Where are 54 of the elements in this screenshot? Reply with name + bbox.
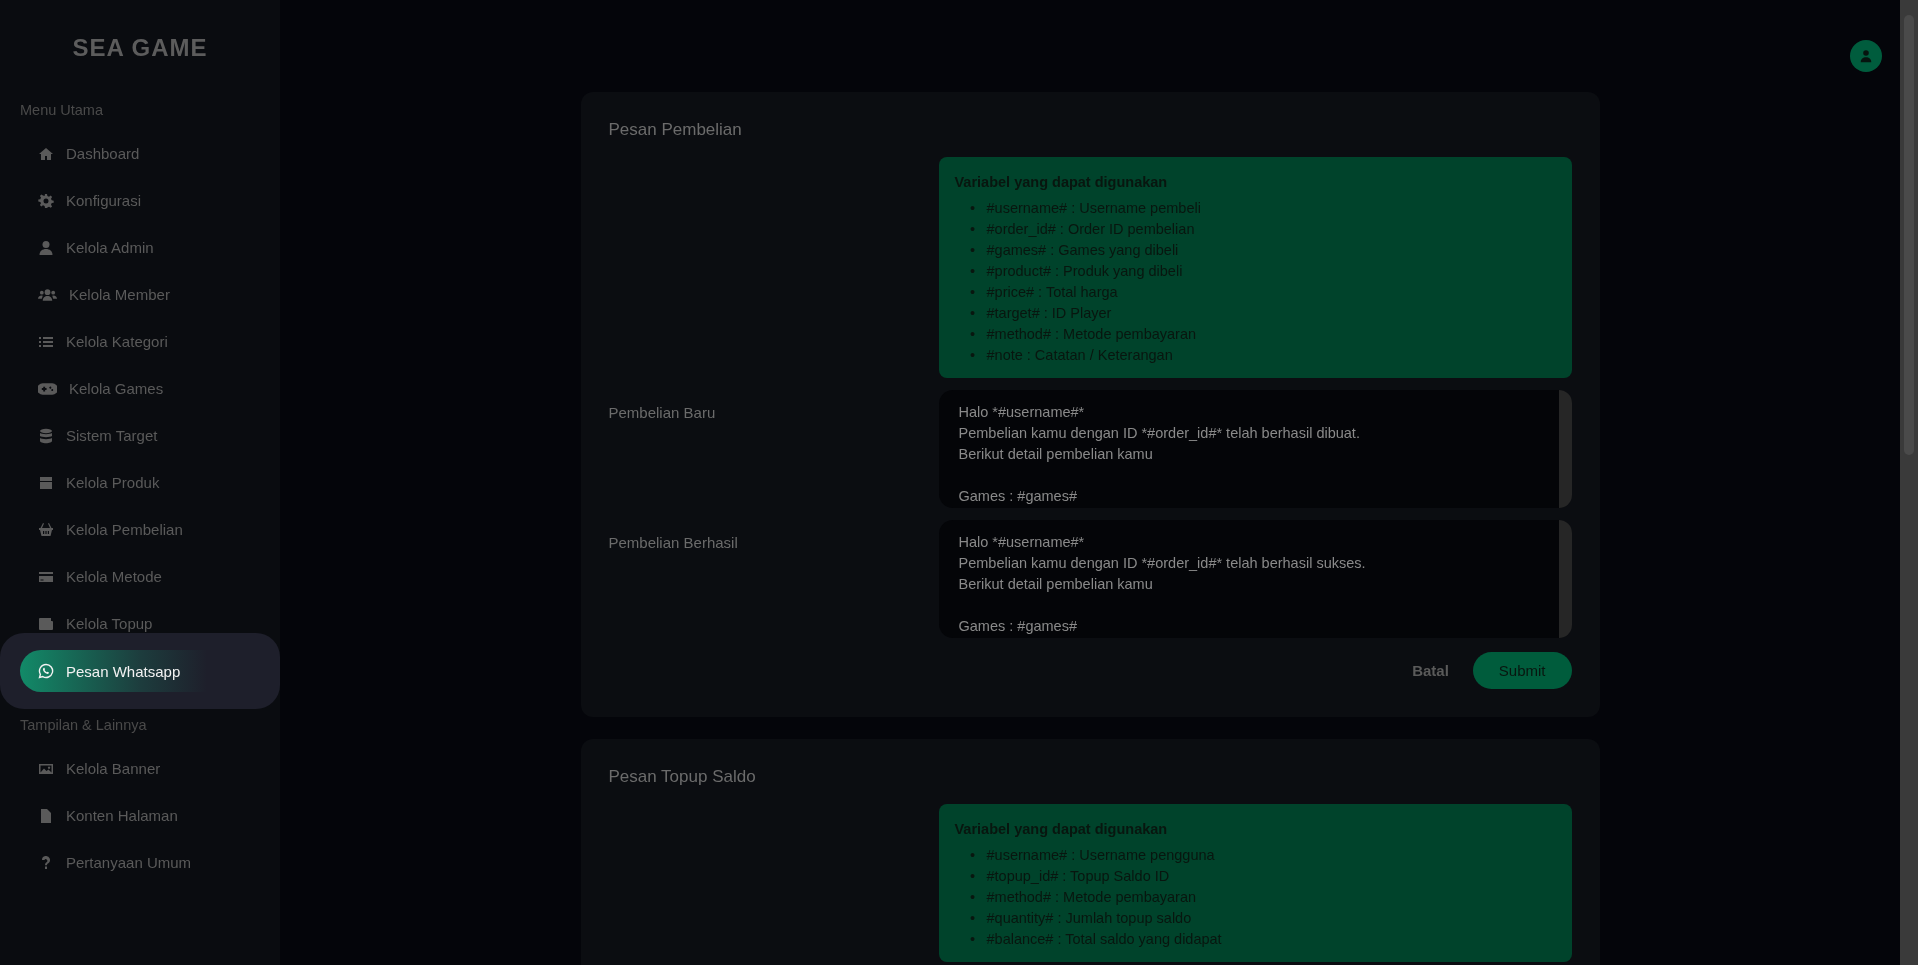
cancel-button[interactable]: Batal bbox=[1412, 654, 1449, 687]
basket-icon bbox=[38, 521, 54, 538]
bullet: • bbox=[968, 325, 977, 344]
sidebar-item[interactable]: Dashboard bbox=[20, 132, 240, 175]
sidebar-item[interactable]: Kelola Admin bbox=[20, 226, 240, 269]
sidebar-item[interactable]: Sistem Target bbox=[20, 414, 240, 457]
sidebar-item[interactable]: Kelola Games bbox=[20, 367, 240, 410]
box-icon bbox=[38, 474, 54, 491]
sidebar-item[interactable]: Kelola Kategori bbox=[20, 320, 240, 363]
gear-icon bbox=[38, 192, 54, 209]
field-label: Pembelian Baru bbox=[608, 403, 717, 423]
card-title: Pesan Pembelian bbox=[608, 120, 743, 140]
file-icon bbox=[38, 807, 54, 824]
chat-phone-icon bbox=[38, 663, 54, 679]
sidebar-item[interactable]: Kelola Member bbox=[20, 273, 240, 316]
wallet-icon bbox=[38, 615, 54, 632]
field-label: Pembelian Berhasil bbox=[608, 533, 739, 553]
sidebar-item[interactable]: Kelola Pembelian bbox=[20, 508, 240, 551]
bullet: • bbox=[968, 220, 977, 239]
bullet: • bbox=[968, 346, 977, 365]
user-avatar-button[interactable] bbox=[1850, 40, 1882, 72]
user-icon bbox=[1859, 49, 1873, 63]
sidebar-item[interactable]: Pertanyaan Umum bbox=[20, 841, 240, 884]
sidebar-item[interactable]: Kelola Banner bbox=[20, 747, 240, 790]
bullet: • bbox=[968, 199, 977, 218]
scrollbar[interactable] bbox=[1900, 0, 1918, 965]
sidebar-item[interactable]: Konfigurasi bbox=[20, 179, 240, 222]
bullet: • bbox=[968, 846, 977, 865]
user-icon bbox=[38, 239, 54, 256]
bullet: • bbox=[968, 867, 977, 886]
scrollbar[interactable] bbox=[1558, 520, 1572, 638]
sidebar-item[interactable]: Kelola Produk bbox=[20, 461, 240, 504]
gamepad-icon bbox=[38, 380, 57, 397]
sidebar-item[interactable]: Kelola Metode bbox=[20, 555, 240, 598]
bullet: • bbox=[968, 262, 977, 281]
bullet: • bbox=[968, 930, 977, 949]
bullet: • bbox=[968, 283, 977, 302]
message-field[interactable]: Halo *#username#* Pembelian kamu dengan ID *#order_id#* telah berhasil dibuat. Berikut detail pembelian kamu Games : #games# bbox=[938, 390, 1572, 508]
bullet: • bbox=[968, 304, 977, 323]
home-icon bbox=[38, 145, 54, 162]
bullet: • bbox=[968, 909, 977, 928]
sidebar-item[interactable]: Kelola Topup bbox=[20, 602, 240, 645]
database-icon bbox=[38, 427, 54, 444]
submit-button[interactable]: Submit bbox=[1472, 652, 1572, 689]
users-icon bbox=[38, 286, 57, 303]
card-title: Pesan Topup Saldo bbox=[608, 767, 757, 787]
bullet: • bbox=[968, 241, 977, 260]
sidebar-item[interactable]: Konten Halaman bbox=[20, 794, 240, 837]
logo: SEA GAME bbox=[71, 33, 209, 63]
bullet: • bbox=[968, 888, 977, 907]
section-title: Menu Utama bbox=[19, 101, 104, 120]
message-field[interactable]: Halo *#username#* Pembelian kamu dengan ID *#order_id#* telah berhasil sukses. Berikut detail pembelian kamu Games : #games# bbox=[938, 520, 1572, 638]
scrollbar[interactable] bbox=[1558, 390, 1572, 508]
section-title: Tampilan & Lainnya bbox=[19, 716, 148, 735]
